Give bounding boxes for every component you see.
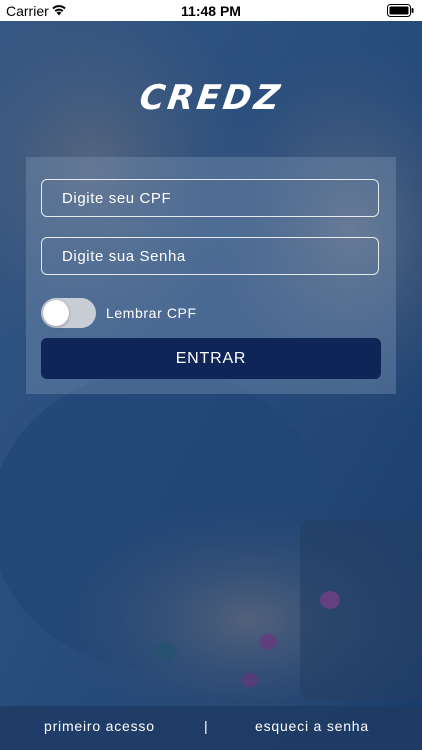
password-input[interactable] [41,237,379,275]
brand-logo: CREDZ [137,78,285,118]
battery-icon [387,4,414,17]
remember-cpf-toggle[interactable] [41,298,96,328]
remember-cpf-label: Lembrar CPF [106,305,197,321]
login-form: Lembrar CPF ENTRAR [26,157,396,394]
clock: 11:48 PM [181,3,241,19]
login-screen: Carrier 11:48 PM CREDZ Lembrar CPF ENTRA… [0,0,422,750]
footer-separator: | [204,718,209,734]
footer-bar: primeiro acesso | esqueci a senha [0,706,422,750]
login-button[interactable]: ENTRAR [41,338,381,379]
cpf-input[interactable] [41,179,379,217]
first-access-link[interactable]: primeiro acesso [44,718,155,734]
forgot-password-link[interactable]: esqueci a senha [255,718,369,734]
toggle-knob [43,300,69,326]
status-bar: Carrier 11:48 PM [0,0,422,21]
